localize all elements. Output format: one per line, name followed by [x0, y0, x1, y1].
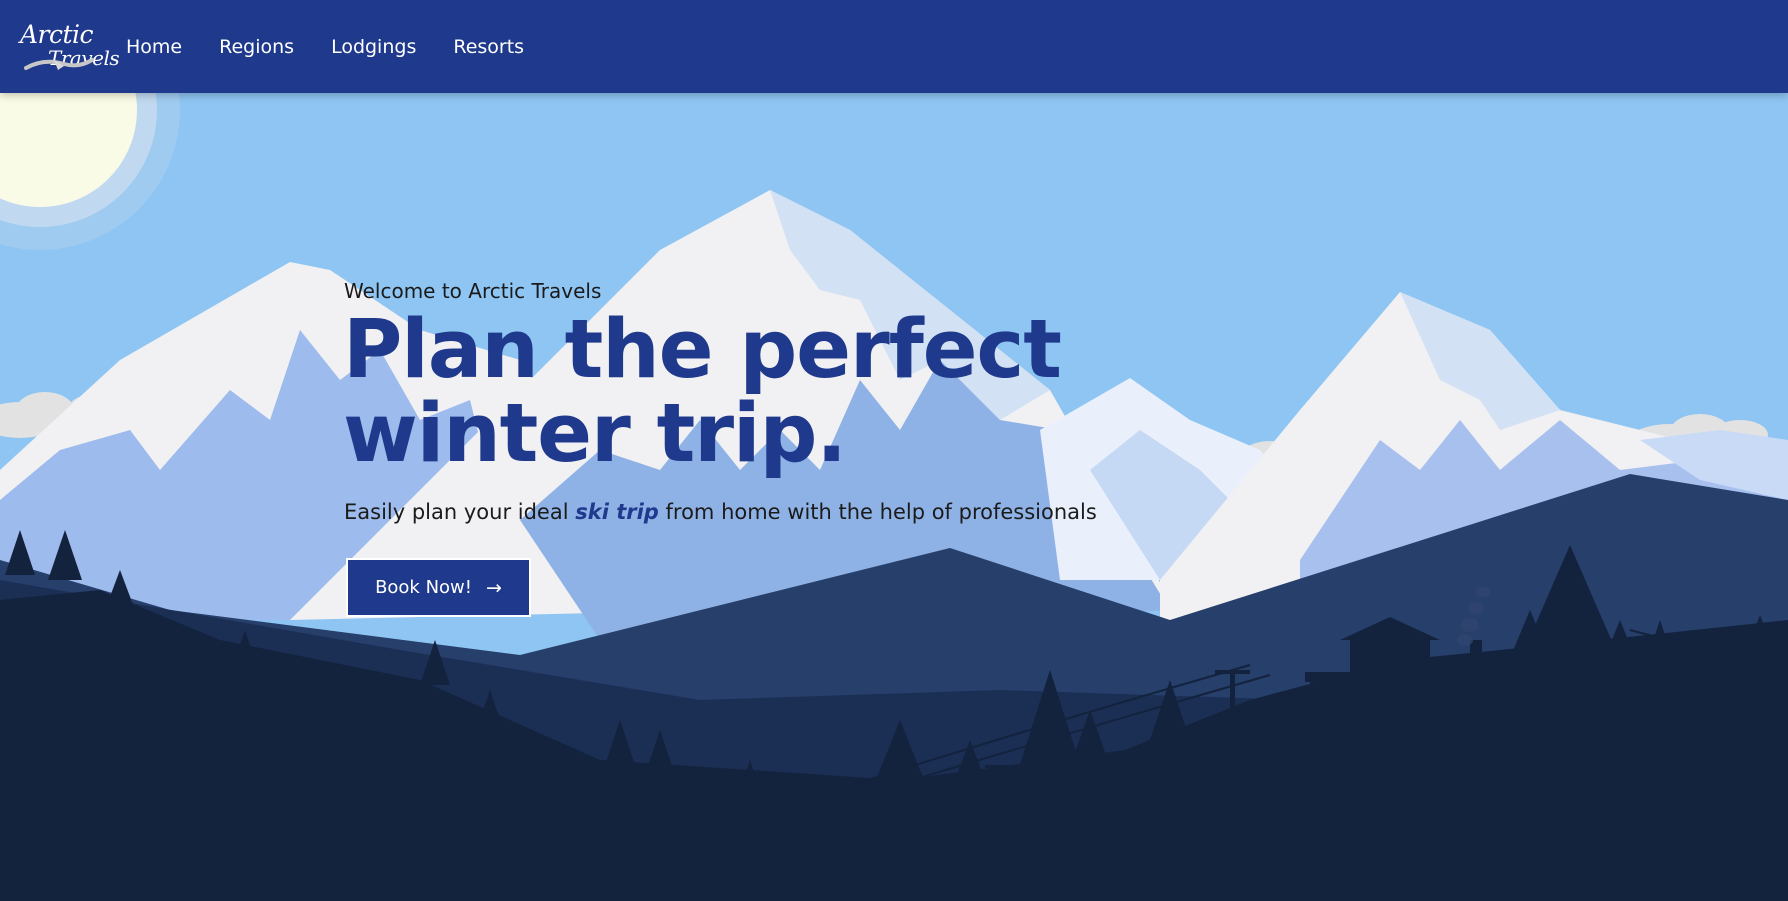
arctic-travels-logo[interactable]: Arctic Travels — [18, 18, 120, 76]
airplane-swoosh-icon — [24, 57, 94, 70]
subtitle-start: Easily plan your ideal — [344, 500, 576, 524]
nav-resorts[interactable]: Resorts — [453, 36, 524, 58]
arrow-right-icon: → — [486, 576, 502, 599]
subtitle-emphasis: ski trip — [575, 500, 659, 524]
book-now-label: Book Now! — [375, 577, 472, 598]
logo-line-1: Arctic — [20, 19, 94, 49]
top-navbar: Arctic Travels Home Regions Lodgings Res… — [0, 0, 1788, 93]
subtitle-end: from home with the help of professionals — [658, 500, 1097, 524]
nav-lodgings[interactable]: Lodgings — [331, 36, 416, 58]
nav-regions[interactable]: Regions — [219, 36, 294, 58]
book-now-button[interactable]: Book Now! → — [346, 558, 531, 617]
nav-links: Home Regions Lodgings Resorts — [126, 36, 561, 58]
hero-headline: Plan the perfect winter trip. — [343, 303, 1062, 481]
nav-home[interactable]: Home — [126, 36, 182, 58]
welcome-text: Welcome to Arctic Travels — [344, 279, 602, 303]
hero-subtitle: Easily plan your ideal ski trip from hom… — [344, 500, 1097, 524]
